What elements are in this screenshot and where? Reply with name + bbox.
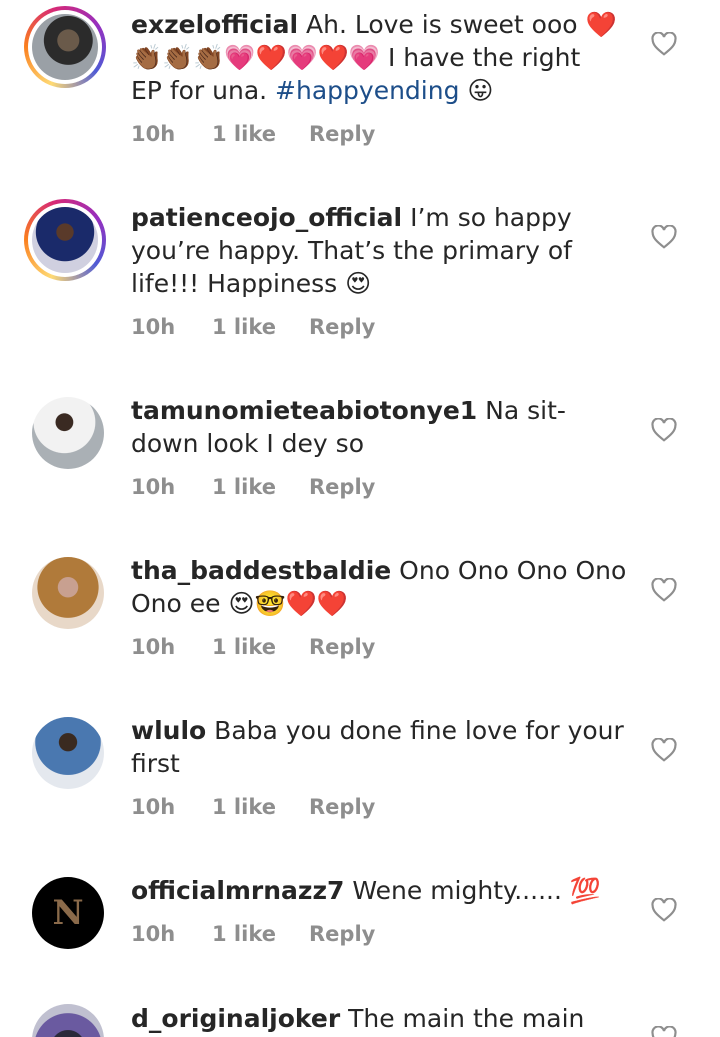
avatar[interactable] — [32, 397, 104, 469]
comment-text: tha_baddestbaldie Ono Ono Ono Ono Ono ee… — [131, 554, 631, 620]
reply-button[interactable]: Reply — [309, 795, 375, 819]
reply-button[interactable]: Reply — [309, 475, 375, 499]
comment-meta: 10h 1 like Reply — [131, 475, 375, 499]
heart-outline-icon[interactable] — [651, 738, 677, 762]
comment-text: d_originaljoker The main the main boss — [131, 1002, 631, 1037]
comment-likes[interactable]: 1 like — [212, 922, 309, 946]
hashtag-link[interactable]: #happyending — [275, 76, 459, 105]
comment-time: 10h — [131, 795, 176, 819]
comment-text: exzelofficial Ah. Love is sweet ooo ❤️ 👏… — [131, 8, 631, 107]
comment-likes[interactable]: 1 like — [212, 122, 309, 146]
heart-outline-icon[interactable] — [651, 225, 677, 249]
comment-username[interactable]: wlulo — [131, 716, 206, 745]
comment-username[interactable]: tamunomieteabiotonye1 — [131, 396, 477, 425]
reply-button[interactable]: Reply — [309, 315, 375, 339]
heart-outline-icon[interactable] — [651, 898, 677, 922]
comment-meta: 10h 1 like Reply — [131, 795, 375, 819]
comment-likes[interactable]: 1 like — [212, 475, 309, 499]
comment-meta: 10h 1 like Reply — [131, 922, 375, 946]
heart-outline-icon[interactable] — [651, 578, 677, 602]
comment-body: 👏🏾👏🏾👏🏾💗❤️💗❤️💗 I have the right — [131, 43, 581, 72]
comment-time: 10h — [131, 475, 176, 499]
avatar[interactable] — [24, 199, 106, 281]
comment-body: EP for una. — [131, 76, 276, 105]
comment-time: 10h — [131, 122, 176, 146]
avatar[interactable]: N — [32, 877, 104, 949]
avatar[interactable] — [32, 557, 104, 629]
comment-text: wlulo Baba you done fine love for your f… — [131, 714, 631, 780]
heart-outline-icon[interactable] — [651, 1026, 677, 1037]
comment-username[interactable]: officialmrnazz7 — [131, 876, 344, 905]
avatar[interactable] — [32, 1004, 104, 1037]
comment-text: patienceojo_official I’m so happy you’re… — [131, 201, 631, 300]
comment-time: 10h — [131, 635, 176, 659]
comment-meta: 10h 1 like Reply — [131, 315, 375, 339]
comment-body: Wene mighty...... 💯 — [344, 876, 601, 905]
comment-meta: 10h 1 like Reply — [131, 122, 375, 146]
reply-button[interactable]: Reply — [309, 122, 375, 146]
comment-meta: 10h 1 like Reply — [131, 635, 375, 659]
reply-button[interactable]: Reply — [309, 922, 375, 946]
comment-time: 10h — [131, 922, 176, 946]
comment-username[interactable]: d_originaljoker — [131, 1004, 340, 1033]
avatar[interactable] — [32, 717, 104, 789]
avatar[interactable] — [24, 6, 106, 88]
comment-username[interactable]: exzelofficial — [131, 10, 298, 39]
comment-body: 😛 — [459, 76, 494, 105]
reply-button[interactable]: Reply — [309, 635, 375, 659]
comment-likes[interactable]: 1 like — [212, 315, 309, 339]
comment-likes[interactable]: 1 like — [212, 635, 309, 659]
comment-username[interactable]: patienceojo_official — [131, 203, 402, 232]
comment-likes[interactable]: 1 like — [212, 795, 309, 819]
comment-text: officialmrnazz7 Wene mighty...... 💯 — [131, 874, 631, 907]
heart-outline-icon[interactable] — [651, 418, 677, 442]
heart-outline-icon[interactable] — [651, 32, 677, 56]
comment-body: Ah. Love is sweet ooo ❤️ — [306, 10, 617, 39]
comment-username[interactable]: tha_baddestbaldie — [131, 556, 391, 585]
comment-time: 10h — [131, 315, 176, 339]
logo-letter-icon: N — [52, 893, 84, 933]
comment-text: tamunomieteabiotonye1 Na sit-down look I… — [131, 394, 631, 460]
